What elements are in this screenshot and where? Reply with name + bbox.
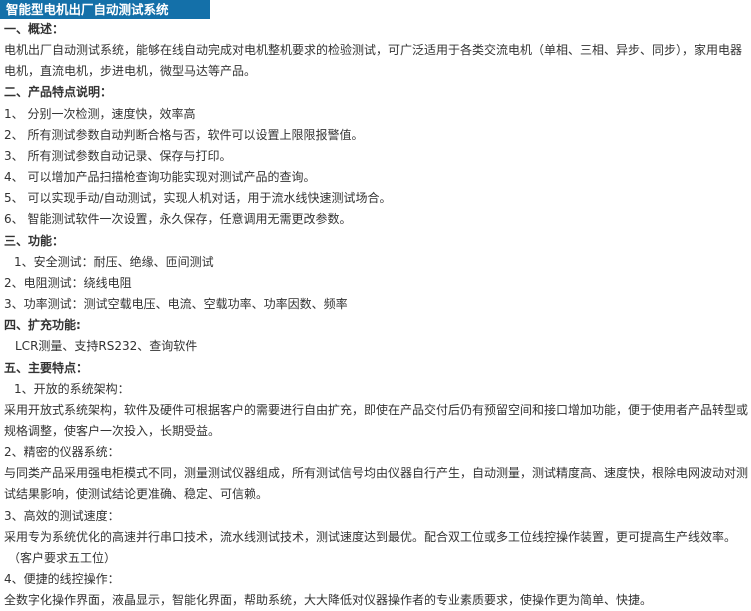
paragraph-line-control: 全数字化操作界面，液晶显示，智能化界面，帮助系统，大大降低对仪器操作者的专业素质… [4, 593, 653, 608]
feature-item: 3、 所有测试参数自动记录、保存与打印。 [4, 148, 232, 163]
paragraph-open-architecture: 采用开放式系统架构，软件及硬件可根据客户的需要进行自由扩充，即使在产品交付后仍有… [4, 402, 749, 438]
feature-item: 4、 可以增加产品扫描枪查询功能实现对测试产品的查询。 [4, 170, 316, 185]
extensions-text: LCR测量、支持RS232、查询软件 [15, 339, 198, 354]
overview-paragraph: 电机出厂自动测试系统，能够在线自动完成对电机整机要求的检验测试，可广泛适用于各类… [4, 43, 743, 79]
article-body: 一、概述： 电机出厂自动测试系统，能够在线自动完成对电机整机要求的检验测试，可广… [4, 19, 749, 611]
subheading-line-control: 4、便捷的线控操作： [4, 572, 120, 587]
note-five-stations: （客户要求五工位） [8, 550, 117, 565]
paragraph-test-speed: 采用专为系统优化的高速并行串口技术，流水线测试技术，测试速度达到最优。配合双工位… [4, 529, 737, 544]
paragraph-precision-instruments: 与同类产品采用强电柜模式不同，测量测试仪器组成，所有测试信号均由仪器自行产生，自… [4, 466, 749, 502]
section-heading-functions: 三、功能： [4, 233, 65, 248]
function-item: 1、安全测试：耐压、绝缘、匝间测试 [14, 254, 214, 269]
feature-item: 1、 分别一次检测，速度快，效率高 [4, 106, 196, 121]
page-title: 智能型电机出厂自动测试系统 [0, 0, 210, 19]
section-heading-features: 二、产品特点说明： [4, 85, 113, 100]
section-heading-extensions: 四、扩充功能: [4, 318, 81, 333]
feature-item: 5、 可以实现手动/自动测试，实现人机对话，用于流水线快速测试场合。 [4, 191, 392, 206]
subheading-test-speed: 3、高效的测试速度： [4, 508, 120, 523]
subheading-precision-instruments: 2、精密的仪器系统： [4, 445, 120, 460]
subheading-open-architecture: 1、开放的系统架构： [14, 381, 130, 396]
feature-item: 2、 所有测试参数自动判断合格与否，软件可以设置上限限报警值。 [4, 127, 364, 142]
section-heading-main-features: 五、主要特点： [4, 360, 89, 375]
section-heading-overview: 一、概述： [4, 22, 65, 36]
function-item: 3、功率测试：测试空载电压、电流、空载功率、功率因数、频率 [4, 297, 348, 312]
feature-item: 6、 智能测试软件一次设置，永久保存，任意调用无需更改参数。 [4, 212, 352, 227]
function-item: 2、电阻测试：绕线电阻 [4, 275, 132, 290]
